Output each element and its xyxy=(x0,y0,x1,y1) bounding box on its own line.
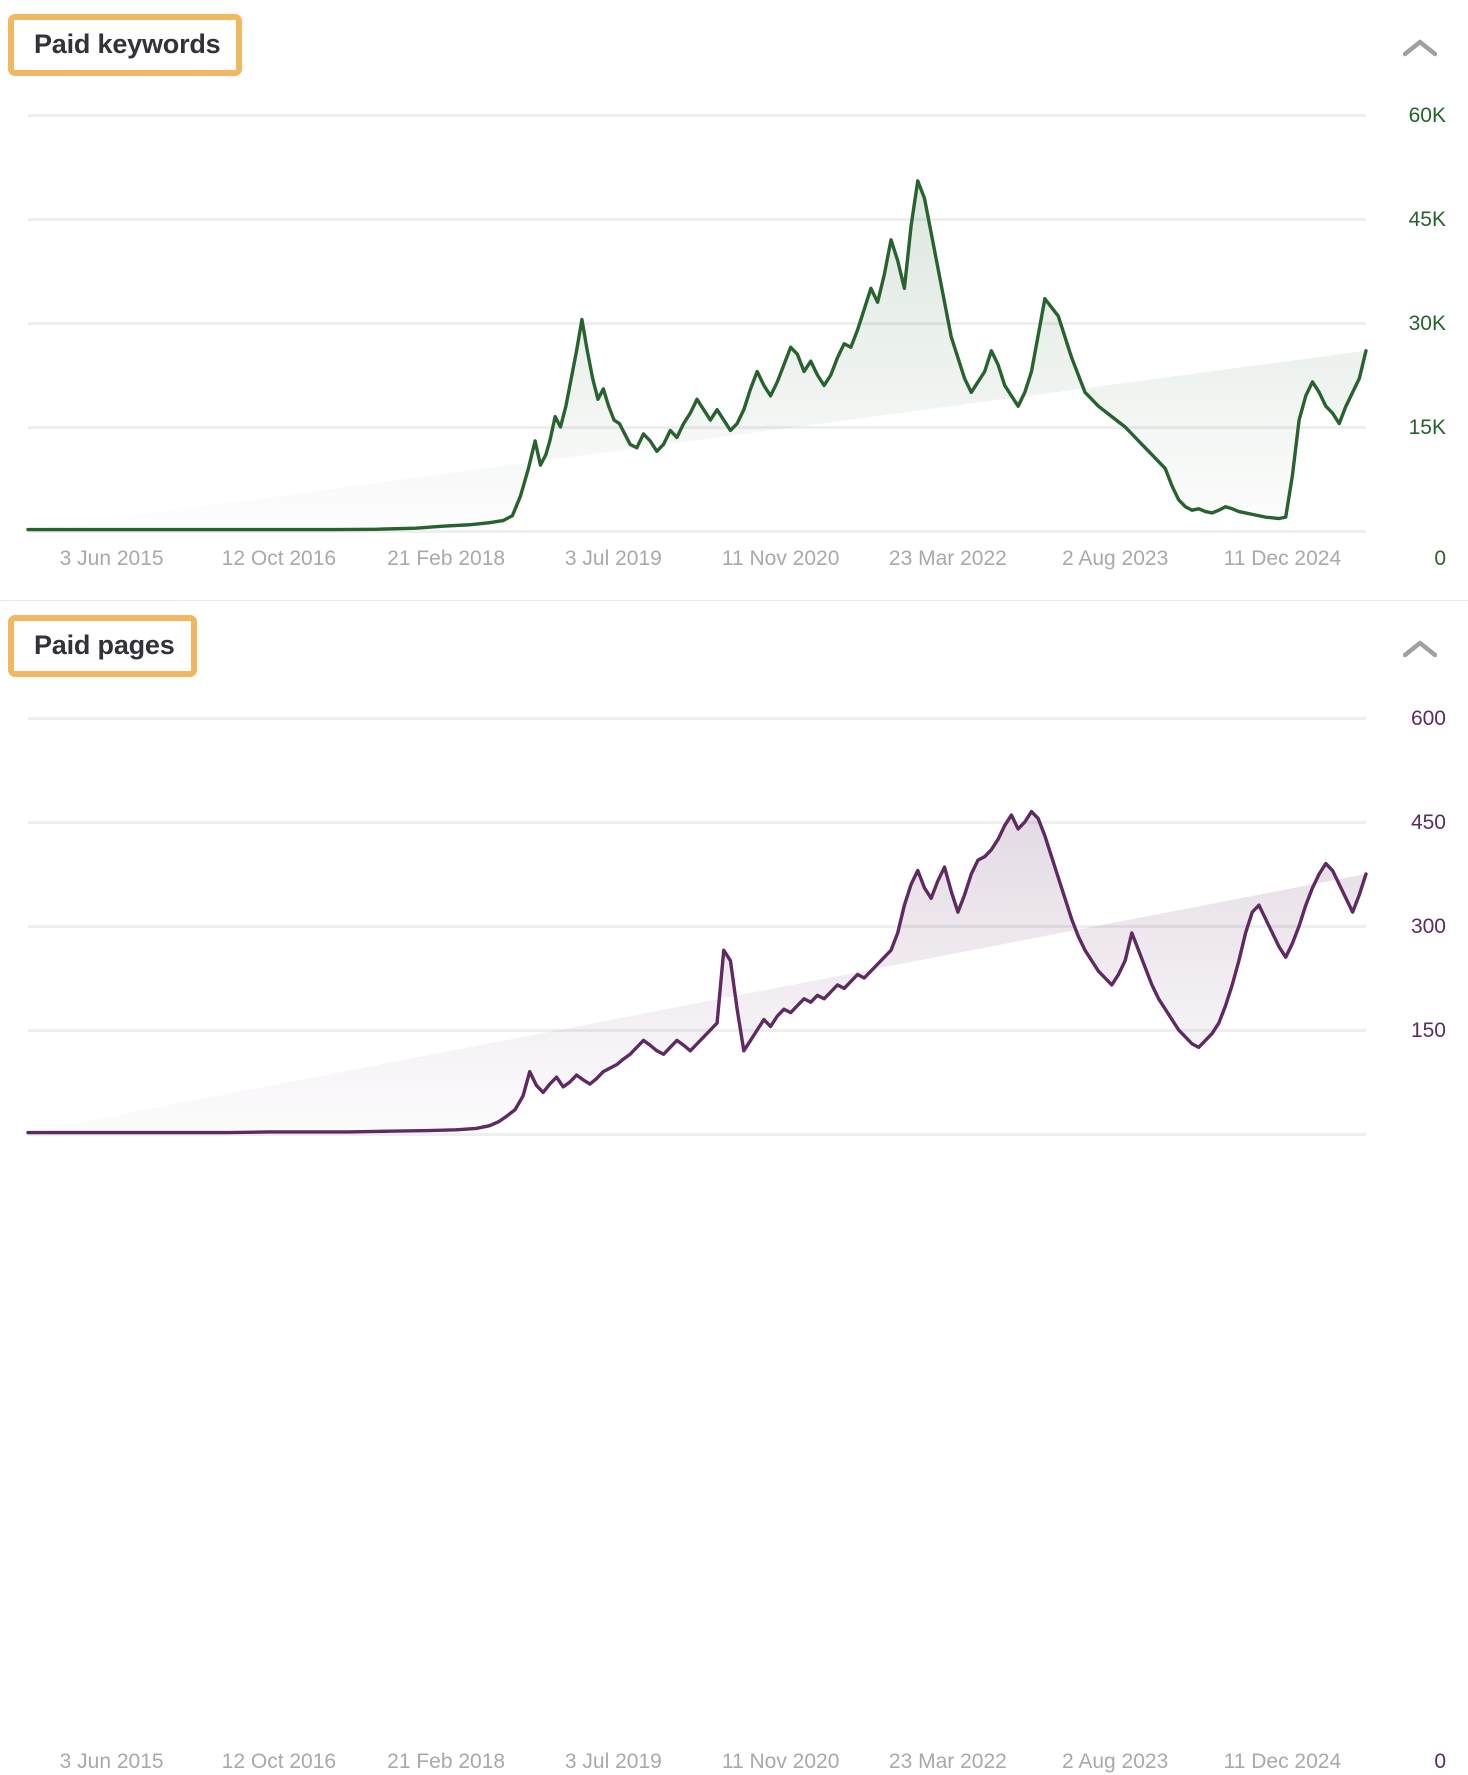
y-axis-tick-label: 60K xyxy=(1409,105,1446,126)
y-axis-tick-label: 300 xyxy=(1411,916,1446,937)
paid-pages-x-axis: 3 Jun 2015 12 Oct 2016 21 Feb 2018 3 Jul 20… xyxy=(0,1749,1468,1775)
paid-pages-y-axis: 150300450600 xyxy=(1336,718,1446,1134)
y-axis-tick-label: 600 xyxy=(1411,708,1446,729)
x-axis-tick-label: 12 Oct 2016 xyxy=(222,1749,336,1775)
x-axis-tick-label: 2 Aug 2023 xyxy=(1062,1749,1168,1775)
x-axis-tick-label: 2 Aug 2023 xyxy=(1062,546,1168,572)
x-axis-tick-label: 3 Jun 2015 xyxy=(60,546,164,572)
y-axis-tick-label: 15K xyxy=(1409,417,1446,438)
x-axis-tick-label: 21 Feb 2018 xyxy=(387,1749,505,1775)
y-axis-zero-label: 0 xyxy=(1434,1749,1446,1775)
x-axis-tick-label: 11 Nov 2020 xyxy=(722,546,840,572)
x-axis-tick-label: 11 Dec 2024 xyxy=(1224,546,1342,572)
paid-keywords-plot-area[interactable] xyxy=(28,115,1366,531)
paid-keywords-x-axis: 3 Jun 2015 12 Oct 2016 21 Feb 2018 3 Jul 20… xyxy=(0,546,1468,572)
paid-keywords-panel: Paid keywords xyxy=(0,0,1468,600)
y-axis-tick-label: 450 xyxy=(1411,812,1446,833)
x-axis-tick-label: 11 Nov 2020 xyxy=(722,1749,840,1775)
paid-keywords-chart[interactable]: 15K 30K 45K 60K 3 Jun 2015 12 Oct 2016 21 Feb… xyxy=(0,0,1468,600)
paid-pages-series xyxy=(28,718,1366,1134)
x-axis-tick-label: 12 Oct 2016 xyxy=(222,546,336,572)
y-axis-tick-label: 150 xyxy=(1411,1020,1446,1041)
y-axis-tick-label: 45K xyxy=(1409,209,1446,230)
x-axis-tick-label: 11 Dec 2024 xyxy=(1224,1749,1342,1775)
paid-keywords-y-axis: 15K30K45K60K xyxy=(1336,115,1446,531)
x-axis-tick-label: 3 Jul 2019 xyxy=(565,546,662,572)
x-axis-tick-label: 23 Mar 2022 xyxy=(889,546,1007,572)
paid-pages-chart[interactable]: 150300450600 3 Jun 201512 Oct 201621 Feb… xyxy=(0,601,1468,1202)
y-axis-zero-label: 0 xyxy=(1434,546,1446,572)
paid-metrics-dashboard: Paid keywords xyxy=(0,0,1468,1202)
y-axis-tick-label: 30K xyxy=(1409,313,1446,334)
x-axis-tick-label: 23 Mar 2022 xyxy=(889,1749,1007,1775)
x-axis-tick-label: 3 Jun 2015 xyxy=(60,1749,164,1775)
x-axis-tick-label: 3 Jul 2019 xyxy=(565,1749,662,1775)
paid-keywords-series xyxy=(28,115,1366,531)
x-axis-tick-label: 21 Feb 2018 xyxy=(387,546,505,572)
paid-pages-panel: Paid pages xyxy=(0,601,1468,1202)
paid-pages-plot-area[interactable] xyxy=(28,718,1366,1134)
